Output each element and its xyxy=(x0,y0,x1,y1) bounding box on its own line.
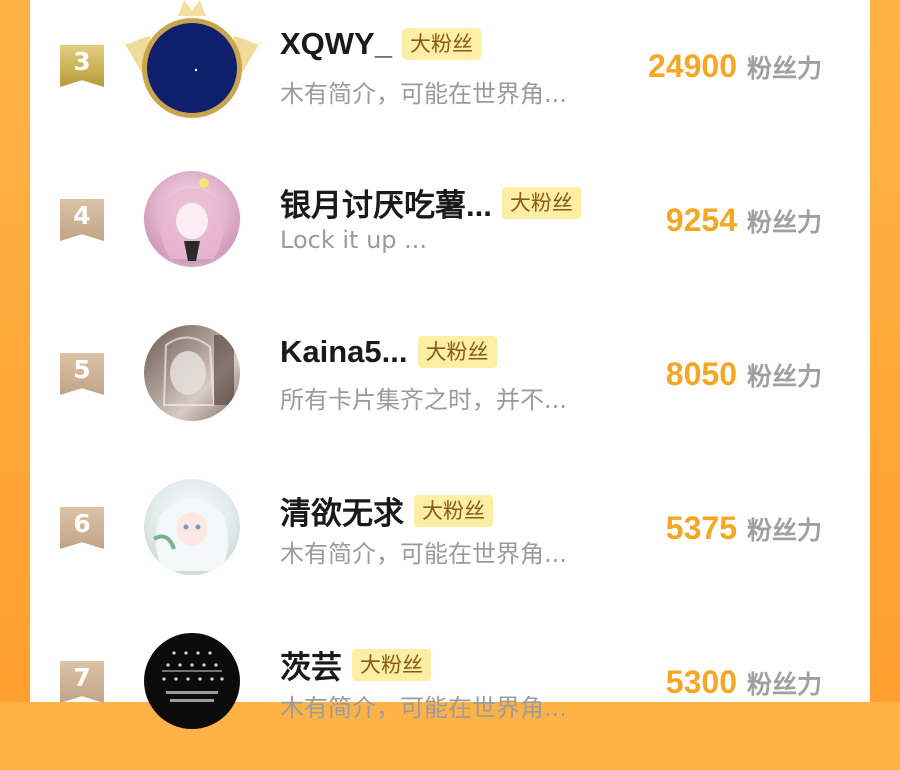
fan-score-unit: 粉丝力 xyxy=(746,54,822,83)
user-name[interactable]: 清欲无求 xyxy=(280,488,404,533)
fan-level-badge: 大粉丝 xyxy=(417,336,497,368)
rank-badge: 4 xyxy=(60,199,104,241)
ranking-row[interactable]: 4 银月讨厌吃薯... 大粉丝 Lock it up ... 9254 粉丝力 xyxy=(30,154,870,308)
crown-frame-icon xyxy=(122,0,262,118)
anime-girl-white-hair-avatar[interactable] xyxy=(144,479,240,575)
fan-level-badge: 大粉丝 xyxy=(414,494,493,527)
fan-score-value: 5375 xyxy=(665,510,737,546)
rank-badge: 7 xyxy=(60,661,104,703)
fan-score-value: 5300 xyxy=(665,664,737,700)
user-name[interactable]: 茨芸 xyxy=(280,642,342,687)
avatar-illustration-icon xyxy=(153,498,229,571)
avatar-illustration-icon xyxy=(162,651,224,702)
fan-score: 24900 粉丝力 xyxy=(648,48,822,85)
user-bio: 木有简介，可能在世界角... xyxy=(280,694,567,722)
fan-score: 9254 粉丝力 xyxy=(666,202,822,239)
fan-score-unit: 粉丝力 xyxy=(746,670,822,699)
user-name-line: 清欲无求 大粉丝 xyxy=(280,488,493,533)
fan-score-unit: 粉丝力 xyxy=(746,208,822,237)
user-bio: Lock it up ... xyxy=(280,226,428,254)
ranking-row[interactable]: 3 XQWY_ 大粉丝 木有简介，可能在世界角... 24900 粉丝力 xyxy=(30,0,870,154)
user-name-line: 茨芸 大粉丝 xyxy=(280,642,431,687)
text-pattern-avatar[interactable] xyxy=(144,633,240,729)
rank-badge: 5 xyxy=(60,353,104,395)
user-name-line: Kaina5... 大粉丝 xyxy=(280,334,497,370)
fan-score-value: 24900 xyxy=(648,48,737,84)
user-name[interactable]: Kaina5... xyxy=(280,334,408,370)
fan-score-unit: 粉丝力 xyxy=(746,516,822,545)
fan-level-badge: 大粉丝 xyxy=(401,28,481,60)
user-bio: 木有简介，可能在世界角... xyxy=(280,80,567,108)
rank-badge: 6 xyxy=(60,507,104,549)
user-bio: 所有卡片集齐之时，并不... xyxy=(280,386,567,414)
user-name-line: XQWY_ 大粉丝 xyxy=(280,26,481,62)
fan-level-badge: 大粉丝 xyxy=(501,186,581,219)
fan-score: 8050 粉丝力 xyxy=(666,356,822,393)
fan-score: 5300 粉丝力 xyxy=(666,664,822,701)
ranking-row[interactable]: 5 Kaina5... 大粉丝 所有卡片集齐之时，并不... 8050 粉丝力 xyxy=(30,308,870,462)
fan-ranking-list: 3 XQWY_ 大粉丝 木有简介，可能在世界角... 24900 粉丝力 4 银… xyxy=(30,0,870,729)
ranking-row[interactable]: 7 茨芸 大粉丝 木有简介，可能在世界角... 5300 粉丝力 xyxy=(30,616,870,770)
fan-score-value: 8050 xyxy=(665,356,737,392)
fan-score-unit: 粉丝力 xyxy=(746,362,822,391)
fan-score-value: 9254 xyxy=(665,202,737,238)
user-name[interactable]: 银月讨厌吃薯... xyxy=(280,180,492,225)
anime-sketch-avatar[interactable] xyxy=(144,325,240,421)
avatar-illustration-icon xyxy=(162,335,234,406)
user-name[interactable]: XQWY_ xyxy=(280,26,392,62)
ranking-row[interactable]: 6 清欲无求 大粉丝 木有简介，可能在世界角... 5375 粉丝力 xyxy=(30,462,870,616)
avatar-illustration-icon xyxy=(160,178,224,261)
anime-girl-pink-avatar[interactable] xyxy=(144,171,240,267)
rank-badge: 3 xyxy=(60,45,104,87)
user-bio: 木有简介，可能在世界角... xyxy=(280,540,567,568)
fan-level-badge: 大粉丝 xyxy=(352,648,431,681)
fan-score: 5375 粉丝力 xyxy=(666,510,822,547)
user-name-line: 银月讨厌吃薯... 大粉丝 xyxy=(280,180,581,225)
